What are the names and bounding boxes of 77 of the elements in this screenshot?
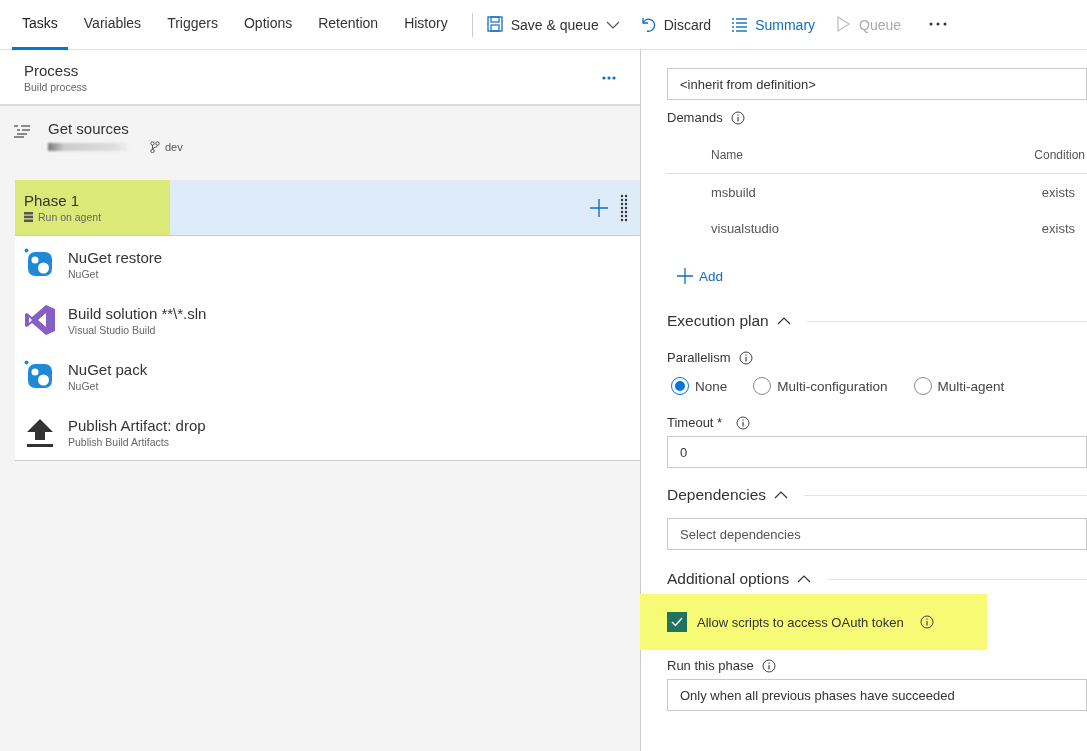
phase-subtitle: Run on agent — [38, 211, 102, 223]
task-subtitle: Publish Build Artifacts — [68, 435, 170, 448]
field-label: Demands — [667, 110, 723, 125]
branch-icon — [150, 141, 160, 153]
more-icon — [602, 75, 616, 80]
summary-button[interactable]: Summary — [727, 12, 820, 37]
task-subtitle: NuGet — [68, 267, 100, 280]
section-heading: Additional options — [667, 570, 790, 588]
undo-icon — [639, 16, 657, 33]
field-label: Run this phase — [667, 658, 754, 673]
task-row[interactable]: Build solution **\*.sln Visual Studio Build — [15, 292, 640, 348]
task-row[interactable]: NuGet pack NuGet — [15, 348, 640, 404]
discard-button[interactable]: Discard — [635, 12, 716, 37]
list-icon — [731, 16, 749, 33]
branch-name: dev — [165, 141, 183, 153]
timeout-field[interactable]: 0 — [667, 436, 1087, 468]
add-button[interactable]: Add — [667, 268, 724, 284]
task-subtitle: NuGet — [68, 379, 100, 392]
tab[interactable]: Variables — [73, 0, 152, 50]
check-icon — [671, 617, 683, 627]
add-task-button[interactable] — [590, 198, 608, 217]
save-icon — [486, 16, 504, 33]
chevron-down-icon — [605, 19, 620, 30]
plus-icon — [677, 268, 693, 284]
table-cell: msbuild — [711, 184, 756, 200]
phase-row[interactable]: Phase 1 Run on agent — [15, 180, 640, 236]
dependencies-field[interactable]: Select dependencies — [667, 518, 1087, 550]
task-title: NuGet restore — [68, 248, 163, 266]
table-cell: visualstudio — [711, 220, 779, 236]
chevron-up-icon — [774, 490, 789, 500]
save-button[interactable]: Save & queue — [482, 12, 624, 37]
info-icon — [730, 110, 745, 125]
section-title: Process — [24, 62, 80, 79]
agent-queue-field[interactable]: <inherit from definition> — [667, 68, 1087, 100]
tab[interactable]: History — [394, 0, 458, 50]
column-header: Name — [711, 148, 743, 162]
task-row[interactable]: Publish Artifact: drop Publish Build Artifacts — [15, 404, 640, 460]
tab[interactable]: Triggers — [157, 0, 228, 50]
tab[interactable]: Options — [233, 0, 303, 50]
table-cell: exists — [1041, 184, 1075, 200]
more-icon — [929, 22, 948, 26]
plus-icon — [590, 198, 608, 217]
table-cell: exists — [1041, 220, 1075, 236]
section-heading: Dependencies — [667, 486, 767, 504]
drag-handle-icon[interactable] — [620, 193, 628, 222]
task-title: Build solution **\*.sln — [68, 304, 207, 322]
radio-option[interactable]: Multi-configuration — [753, 377, 888, 395]
collapse-button[interactable] — [776, 316, 791, 326]
task-row[interactable]: NuGet restore NuGet — [15, 236, 640, 292]
radio-option[interactable]: Multi-agent — [913, 377, 1005, 395]
collapse-button[interactable] — [774, 490, 789, 500]
chevron-up-icon — [776, 316, 791, 326]
server-icon — [24, 212, 33, 222]
section-subtitle: Build process — [24, 81, 88, 93]
section-heading: Execution plan — [667, 312, 769, 330]
visual-studio-icon — [24, 304, 56, 336]
radio-option[interactable]: None — [671, 377, 728, 395]
task-subtitle: Visual Studio Build — [68, 323, 157, 336]
run-condition-field[interactable]: Only when all previous phases have succeeded — [667, 679, 1087, 711]
task-title: Publish Artifact: drop — [68, 416, 206, 434]
column-header: Condition — [1034, 148, 1085, 162]
task-title: Get sources — [48, 120, 130, 137]
info-icon — [919, 615, 934, 629]
info-icon — [761, 658, 776, 673]
tab[interactable]: Retention — [308, 0, 389, 50]
info-icon — [736, 415, 751, 430]
phase-title: Phase 1 — [24, 192, 81, 209]
task-title: NuGet pack — [68, 360, 148, 378]
collapse-button[interactable] — [797, 574, 812, 584]
checkbox[interactable] — [667, 612, 687, 632]
chevron-up-icon — [797, 574, 812, 584]
checkbox-label: Allow scripts to access OAuth token — [697, 614, 904, 630]
upload-icon — [24, 416, 56, 448]
info-icon — [738, 350, 753, 365]
list-indent-icon — [14, 124, 30, 138]
field-label: Parallelism — [667, 350, 731, 365]
field-label: Timeout * — [667, 415, 723, 430]
